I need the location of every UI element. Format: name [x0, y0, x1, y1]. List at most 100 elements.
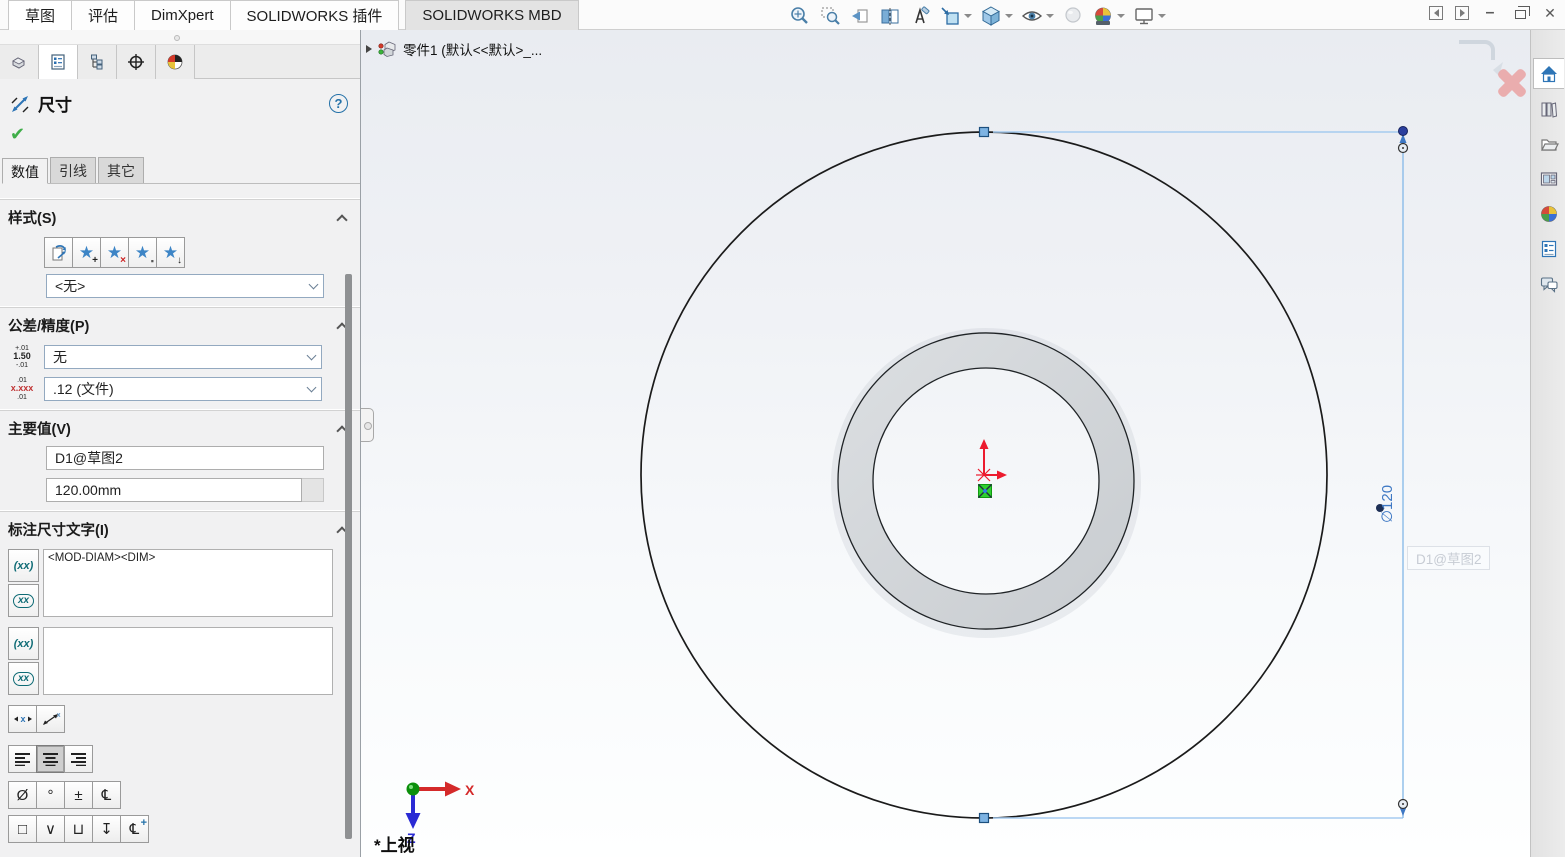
quadrant-handle-top[interactable] [980, 128, 989, 137]
view-palette-tab[interactable] [1533, 163, 1564, 194]
panel-splitter-strip[interactable] [0, 30, 360, 45]
pm-tab-value[interactable]: 数值 [2, 158, 48, 184]
section-view-icon[interactable] [877, 4, 903, 28]
value-spinner[interactable] [302, 478, 324, 502]
zoom-to-area-icon[interactable] [817, 4, 843, 28]
counterbore-symbol-button[interactable]: ⊔ [64, 815, 93, 843]
dimxpertmanager-tab[interactable] [117, 45, 156, 79]
save-style-button[interactable]: ★ ▪ [128, 237, 157, 268]
degree-symbol-button[interactable]: ° [36, 781, 65, 809]
tab-evaluate[interactable]: 评估 [71, 0, 135, 30]
expand-arrow-icon[interactable] [366, 45, 372, 53]
countersink-symbol-button[interactable]: ∨ [36, 815, 65, 843]
configurationmanager-tab[interactable] [78, 45, 117, 79]
angular-text-button[interactable]: x [36, 705, 65, 733]
plus-minus-symbol-button[interactable]: ± [64, 781, 93, 809]
horizontal-text-button[interactable]: x [8, 705, 37, 733]
displaymanager-tab[interactable] [156, 45, 195, 79]
ok-check-icon[interactable]: ✔ [10, 124, 25, 144]
center-point-marker[interactable] [979, 485, 992, 498]
collapse-left-pane-icon[interactable] [1429, 6, 1443, 20]
zoom-to-fit-icon[interactable] [787, 4, 813, 28]
tab-mbd[interactable]: SOLIDWORKS MBD [405, 0, 578, 30]
edit-appearance-icon[interactable] [1060, 4, 1086, 28]
featuremanager-tree-tab[interactable] [0, 45, 39, 79]
home-tab[interactable] [1533, 58, 1564, 89]
style-section-header[interactable]: 样式(S) [0, 199, 360, 233]
display-style-icon[interactable] [978, 4, 1015, 28]
diameter-symbol-button[interactable]: Ø [8, 781, 37, 809]
previous-view-icon[interactable] [847, 4, 873, 28]
hide-show-annotations-icon[interactable] [907, 4, 933, 28]
forum-tab[interactable] [1533, 268, 1564, 299]
align-center-button[interactable] [36, 745, 65, 773]
align-left-button[interactable] [8, 745, 37, 773]
collapse-right-pane-icon[interactable] [1455, 6, 1469, 20]
view-settings-icon[interactable] [1131, 4, 1168, 28]
hide-show-items-icon[interactable] [1019, 4, 1056, 28]
depth-symbol-button[interactable]: ↧ [92, 815, 121, 843]
dimension-text-input[interactable]: <MOD-DIAM><DIM> [43, 549, 333, 617]
set-default-style-button[interactable] [44, 237, 73, 268]
primary-value-header[interactable]: 主要值(V) [0, 410, 360, 444]
delete-style-button[interactable]: ★ × [100, 237, 129, 268]
propertymanager-tab[interactable] [39, 45, 78, 79]
file-explorer-tab[interactable] [1533, 128, 1564, 159]
pm-tab-leaders[interactable]: 引线 [50, 157, 96, 183]
minimize-icon[interactable]: – [1481, 4, 1499, 22]
tolerance-type-dropdown[interactable]: 无 [44, 345, 322, 369]
parentheses-icon-button[interactable]: (xx) [8, 549, 39, 582]
parentheses-icon-button-2[interactable]: (xx) [8, 627, 39, 660]
collapse-caret-icon[interactable] [336, 214, 347, 225]
confirm-ok-icon[interactable] [1459, 42, 1493, 60]
tolerance-section-header[interactable]: 公差/精度(P) [0, 307, 360, 341]
quadrant-handle-bottom[interactable] [980, 814, 989, 823]
graphics-viewport[interactable]: X Z 零件1 (默认<<默认>_... ∅120 D1@草图2 *上视 [361, 30, 1530, 857]
style-dropdown[interactable]: <无> [46, 274, 324, 298]
custom-properties-tab[interactable] [1533, 233, 1564, 264]
add-style-button[interactable]: ★ + [72, 237, 101, 268]
align-right-button[interactable] [64, 745, 93, 773]
ring-body[interactable] [838, 333, 1134, 629]
more-symbols-button[interactable]: ℄ + [120, 815, 149, 843]
view-orientation-icon[interactable] [937, 4, 974, 28]
view-orientation-dropdown-arrow[interactable] [964, 14, 972, 18]
inspection-icon-button-2[interactable]: xx [8, 662, 39, 695]
restore-icon[interactable] [1511, 4, 1529, 22]
display-style-dropdown-arrow[interactable] [1005, 14, 1013, 18]
load-style-button[interactable]: ★ ↓ [156, 237, 185, 268]
dimension-text-input-2[interactable] [43, 627, 333, 695]
feature-tree-item[interactable]: 零件1 (默认<<默认>_... [366, 39, 542, 59]
symbol-buttons-row-2: □ ∨ ⊔ ↧ ℄ + [8, 815, 360, 843]
appearances-scenes-tab[interactable] [1533, 198, 1564, 229]
panel-splitter-handle[interactable] [361, 408, 374, 442]
splitter-grip-dot[interactable] [174, 35, 180, 41]
cancel-x-icon[interactable] [1496, 67, 1527, 98]
chevron-down-icon [307, 351, 317, 361]
confirmation-corner[interactable] [1447, 32, 1530, 106]
tab-sketch[interactable]: 草图 [8, 0, 72, 30]
dimension-text-header[interactable]: 标注尺寸文字(I) [0, 511, 360, 545]
tab-dimxpert[interactable]: DimXpert [134, 0, 231, 30]
apply-scene-icon[interactable] [1090, 4, 1127, 28]
centerline-symbol-button[interactable]: ℄ [92, 781, 121, 809]
dimension-text-label: 标注尺寸文字(I) [8, 519, 109, 540]
property-manager-panel: 尺寸 ? ✔ 数值 引线 其它 样式(S) [0, 30, 361, 857]
pm-tab-other[interactable]: 其它 [98, 157, 144, 183]
dimension-value-label[interactable]: ∅120 [1378, 471, 1396, 537]
design-library-tab[interactable] [1533, 93, 1564, 124]
panel-scrollbar[interactable] [345, 274, 352, 839]
square-symbol-button[interactable]: □ [8, 815, 37, 843]
precision-dropdown[interactable]: .12 (文件) [44, 377, 322, 401]
close-icon[interactable]: ✕ [1541, 4, 1559, 22]
dimension-name-field[interactable] [46, 446, 324, 470]
hide-show-items-dropdown-arrow[interactable] [1046, 14, 1054, 18]
tab-addins[interactable]: SOLIDWORKS 插件 [230, 0, 400, 30]
dimension-anchor-dot[interactable] [1399, 127, 1408, 136]
sketch-canvas[interactable]: X Z [361, 30, 1530, 857]
apply-scene-dropdown-arrow[interactable] [1117, 14, 1125, 18]
inspection-icon-button[interactable]: xx [8, 584, 39, 617]
dimension-value-field[interactable] [46, 478, 302, 502]
help-icon[interactable]: ? [329, 94, 348, 113]
view-settings-dropdown-arrow[interactable] [1158, 14, 1166, 18]
